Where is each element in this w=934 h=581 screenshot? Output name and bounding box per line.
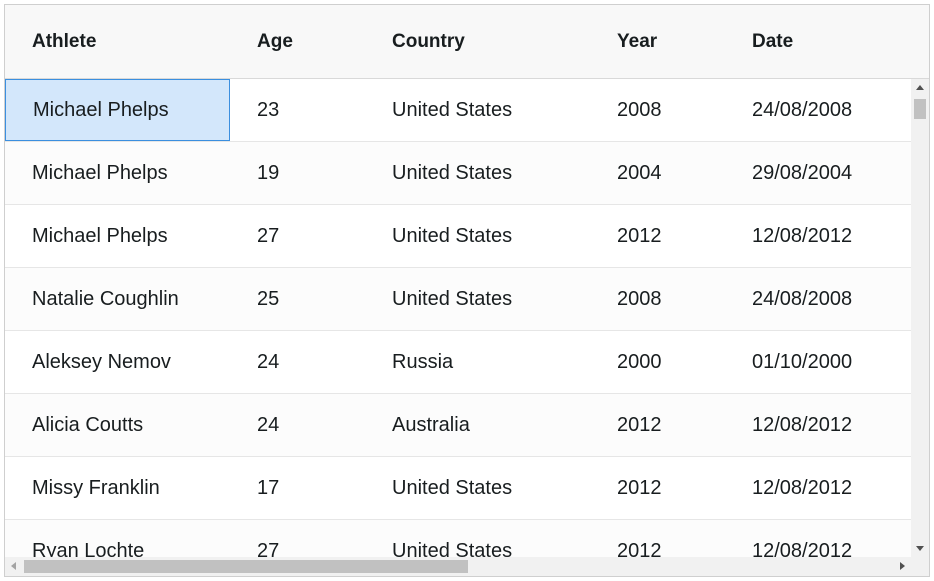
cell-country[interactable]: United States: [392, 520, 512, 557]
cell-country[interactable]: United States: [392, 79, 512, 141]
grid-body: Michael Phelps 23 United States 2008 24/…: [5, 79, 911, 557]
cell-age[interactable]: 24: [257, 394, 279, 456]
cell-athlete[interactable]: Missy Franklin: [32, 457, 160, 519]
table-row[interactable]: Missy Franklin 17 United States 2012 12/…: [5, 457, 911, 520]
cell-athlete[interactable]: Natalie Coughlin: [32, 268, 179, 330]
column-header-country[interactable]: Country: [392, 5, 465, 79]
table-row[interactable]: Michael Phelps 19 United States 2004 29/…: [5, 142, 911, 205]
cell-age[interactable]: 24: [257, 331, 279, 393]
column-header-age[interactable]: Age: [257, 5, 293, 79]
horizontal-scrollbar[interactable]: [5, 557, 911, 576]
cell-year[interactable]: 2008: [617, 268, 662, 330]
horizontal-scroll-thumb[interactable]: [24, 560, 468, 573]
vertical-scrollbar[interactable]: [911, 79, 929, 557]
arrow-up-icon[interactable]: [916, 85, 924, 90]
scrollbar-corner: [911, 557, 929, 576]
table-row[interactable]: Natalie Coughlin 25 United States 2008 2…: [5, 268, 911, 331]
cell-country[interactable]: United States: [392, 457, 512, 519]
cell-year[interactable]: 2000: [617, 331, 662, 393]
table-row[interactable]: Michael Phelps 27 United States 2012 12/…: [5, 205, 911, 268]
cell-date[interactable]: 24/08/2008: [752, 268, 852, 330]
cell-athlete[interactable]: Michael Phelps: [32, 142, 168, 204]
cell-date[interactable]: 12/08/2012: [752, 520, 852, 557]
cell-date[interactable]: 12/08/2012: [752, 394, 852, 456]
cell-age[interactable]: 17: [257, 457, 279, 519]
cell-date[interactable]: 24/08/2008: [752, 79, 852, 141]
cell-age[interactable]: 25: [257, 268, 279, 330]
table-row[interactable]: Alicia Coutts 24 Australia 2012 12/08/20…: [5, 394, 911, 457]
table-row[interactable]: Aleksey Nemov 24 Russia 2000 01/10/2000: [5, 331, 911, 394]
vertical-scroll-thumb[interactable]: [914, 99, 926, 119]
cell-athlete[interactable]: Alicia Coutts: [32, 394, 143, 456]
cell-age[interactable]: 27: [257, 520, 279, 557]
cell-age[interactable]: 23: [257, 79, 279, 141]
data-grid: Athlete Age Country Year Date Michael Ph…: [4, 4, 930, 577]
arrow-left-icon[interactable]: [11, 562, 16, 570]
column-header-date[interactable]: Date: [752, 5, 793, 79]
cell-country[interactable]: Australia: [392, 394, 470, 456]
cell-year[interactable]: 2004: [617, 142, 662, 204]
table-row[interactable]: Ryan Lochte 27 United States 2012 12/08/…: [5, 520, 911, 557]
cell-country[interactable]: United States: [392, 268, 512, 330]
arrow-down-icon[interactable]: [916, 546, 924, 551]
cell-date[interactable]: 12/08/2012: [752, 457, 852, 519]
cell-country[interactable]: Russia: [392, 331, 453, 393]
cell-date[interactable]: 12/08/2012: [752, 205, 852, 267]
cell-country[interactable]: United States: [392, 205, 512, 267]
cell-year[interactable]: 2012: [617, 394, 662, 456]
arrow-right-icon[interactable]: [900, 562, 905, 570]
cell-year[interactable]: 2008: [617, 79, 662, 141]
cell-year[interactable]: 2012: [617, 520, 662, 557]
cell-athlete[interactable]: Aleksey Nemov: [32, 331, 171, 393]
cell-country[interactable]: United States: [392, 142, 512, 204]
cell-athlete[interactable]: Ryan Lochte: [32, 520, 144, 557]
table-row[interactable]: Michael Phelps 23 United States 2008 24/…: [5, 79, 911, 142]
cell-age[interactable]: 27: [257, 205, 279, 267]
column-header-athlete[interactable]: Athlete: [32, 5, 96, 79]
cell-date[interactable]: 29/08/2004: [752, 142, 852, 204]
grid-header: Athlete Age Country Year Date: [5, 5, 929, 79]
cell-athlete-focused[interactable]: Michael Phelps: [5, 79, 230, 141]
column-header-year[interactable]: Year: [617, 5, 657, 79]
cell-age[interactable]: 19: [257, 142, 279, 204]
cell-athlete[interactable]: Michael Phelps: [32, 205, 168, 267]
cell-date[interactable]: 01/10/2000: [752, 331, 852, 393]
cell-year[interactable]: 2012: [617, 457, 662, 519]
cell-year[interactable]: 2012: [617, 205, 662, 267]
